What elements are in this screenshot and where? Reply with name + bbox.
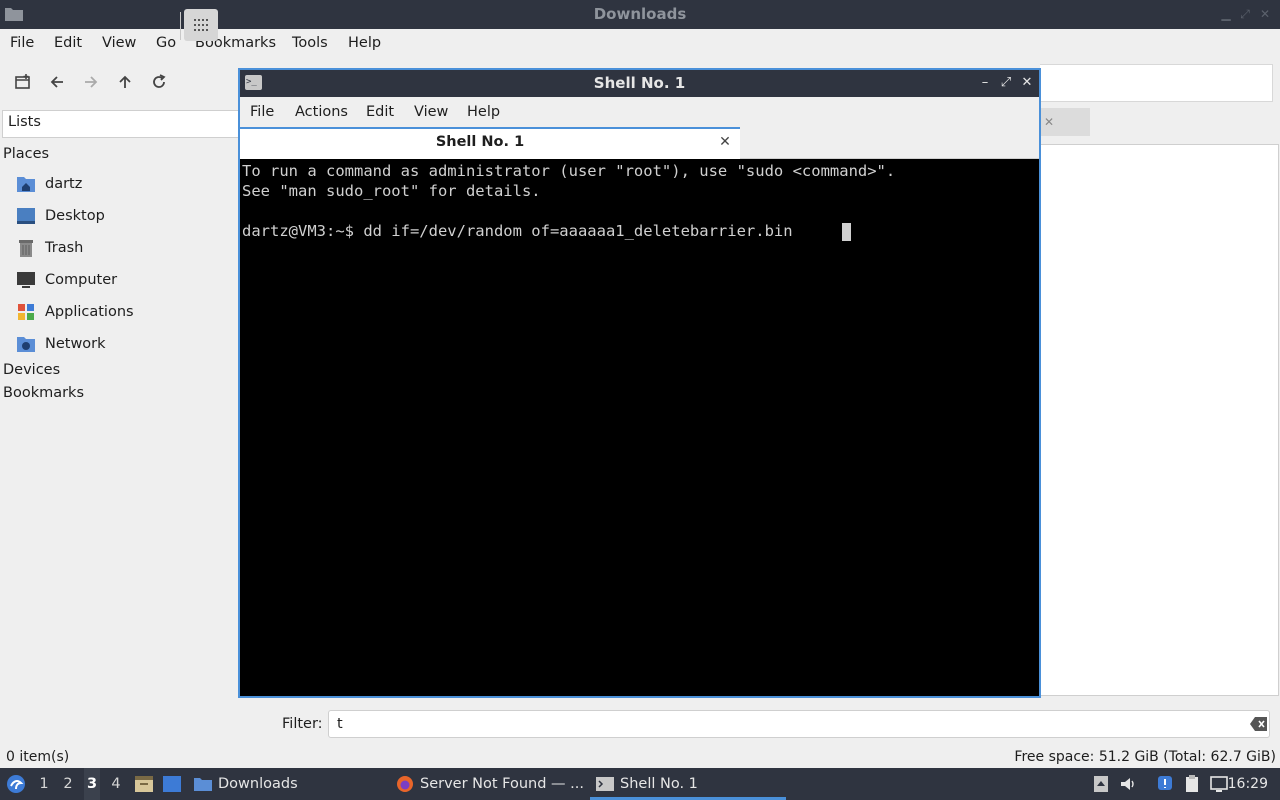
filter-label: Filter: [282, 716, 323, 732]
place-label: Trash [45, 240, 84, 256]
terminal-screen[interactable] [242, 160, 1038, 696]
icon-view-button[interactable] [184, 9, 218, 41]
status-free-space: Free space: 51.2 GiB (Total: 62.7 GiB) [1014, 749, 1276, 765]
applications-icon [18, 304, 34, 320]
terminal-cursor [842, 223, 851, 241]
network-icon [17, 337, 35, 352]
maximize-icon[interactable]: ⤢ [1238, 7, 1252, 21]
terminal-icon [596, 777, 614, 791]
task-downloads[interactable]: Downloads [194, 768, 298, 800]
clock[interactable]: 16:29 [1228, 768, 1268, 800]
menu-view[interactable]: View [102, 29, 136, 57]
network-monitor-icon[interactable] [1210, 775, 1228, 793]
task-label: Downloads [218, 776, 298, 792]
trash-icon [19, 240, 33, 257]
filter-input[interactable]: t [328, 710, 1270, 738]
folder-icon [5, 8, 23, 21]
workspace-4[interactable]: 4 [108, 768, 124, 800]
status-item-count: 0 item(s) [6, 749, 70, 765]
place-desktop[interactable]: Desktop [16, 205, 105, 227]
volume-icon[interactable] [1119, 775, 1137, 793]
task-firefox[interactable]: Server Not Found — ... [396, 768, 584, 800]
grid-icon [194, 19, 208, 31]
task-shell[interactable]: Shell No. 1 [596, 768, 698, 800]
terminal-minimize-icon[interactable]: – [977, 74, 993, 92]
toolbar-separator [180, 12, 181, 40]
menu-go[interactable]: Go [156, 29, 176, 57]
close-icon[interactable]: ✕ [1258, 7, 1272, 21]
terminal-line: To run a command as administrator (user … [242, 162, 896, 180]
place-trash[interactable]: Trash [16, 237, 83, 259]
place-dartz[interactable]: dartz [16, 173, 82, 195]
terminal-close-icon[interactable]: ✕ [1019, 74, 1035, 92]
computer-icon [17, 272, 35, 288]
show-desktop-icon[interactable] [162, 775, 182, 793]
tray-up-icon[interactable] [1092, 775, 1110, 793]
folder-icon [194, 778, 212, 791]
minimize-icon[interactable]: ▁ [1219, 7, 1233, 21]
menu-edit[interactable]: Edit [54, 29, 82, 57]
tab-close-icon[interactable]: ✕ [1040, 110, 1058, 134]
terminal-menu-edit[interactable]: Edit [366, 98, 394, 126]
terminal-prompt-line: dartz@VM3:~$ dd if=/dev/random of=aaaaaa… [242, 222, 802, 240]
place-label: dartz [45, 176, 83, 192]
terminal-maximize-icon[interactable]: ⤢ [998, 74, 1014, 92]
terminal-tab-close-icon[interactable]: ✕ [717, 133, 733, 151]
terminal-menubar: File Actions Edit View Help [240, 97, 1039, 127]
terminal-menu-help[interactable]: Help [467, 98, 500, 126]
terminal-menu-actions[interactable]: Actions [295, 98, 348, 126]
terminal-tab-label: Shell No. 1 [435, 134, 525, 150]
place-network[interactable]: Network [16, 333, 106, 355]
terminal-line: See "man sudo_root" for details. [242, 182, 541, 200]
devices-header[interactable]: Devices [3, 362, 60, 378]
firefox-icon [397, 776, 413, 792]
file-manager-launcher-icon[interactable] [134, 775, 154, 793]
workspace-2[interactable]: 2 [60, 768, 76, 800]
place-label: Network [45, 336, 106, 352]
menu-file[interactable]: File [10, 29, 34, 57]
new-tab-icon[interactable] [10, 69, 36, 95]
reload-icon[interactable] [146, 69, 172, 95]
desktop-icon [17, 208, 35, 224]
side-pane-selector-label: Lists [8, 114, 41, 130]
terminal-menu-file[interactable]: File [250, 98, 274, 126]
terminal-title: Shell No. 1 [593, 74, 686, 92]
bookmarks-header[interactable]: Bookmarks [3, 385, 84, 401]
clear-filter-icon[interactable] [1250, 716, 1268, 732]
clipboard-icon[interactable] [1183, 775, 1201, 793]
place-label: Applications [45, 304, 134, 320]
places-header[interactable]: Places [3, 146, 49, 162]
menu-tools[interactable]: Tools [292, 29, 328, 57]
place-applications[interactable]: Applications [16, 301, 134, 323]
terminal-menu-view[interactable]: View [414, 98, 448, 126]
place-computer[interactable]: Computer [16, 269, 117, 291]
menu-help[interactable]: Help [348, 29, 381, 57]
update-notifier-icon[interactable] [1156, 775, 1174, 793]
task-label: Server Not Found — ... [420, 776, 584, 792]
up-icon[interactable] [112, 69, 138, 95]
workspace-1[interactable]: 1 [36, 768, 52, 800]
task-label: Shell No. 1 [620, 776, 698, 792]
workspace-3[interactable]: 3 [84, 768, 100, 800]
place-label: Desktop [45, 208, 105, 224]
place-label: Computer [45, 272, 118, 288]
file-list-area[interactable] [1040, 144, 1279, 696]
start-menu-icon[interactable] [6, 774, 26, 794]
back-icon[interactable] [44, 69, 70, 95]
home-folder-icon [17, 177, 35, 192]
forward-icon[interactable] [78, 69, 104, 95]
location-bar[interactable] [1040, 64, 1273, 102]
